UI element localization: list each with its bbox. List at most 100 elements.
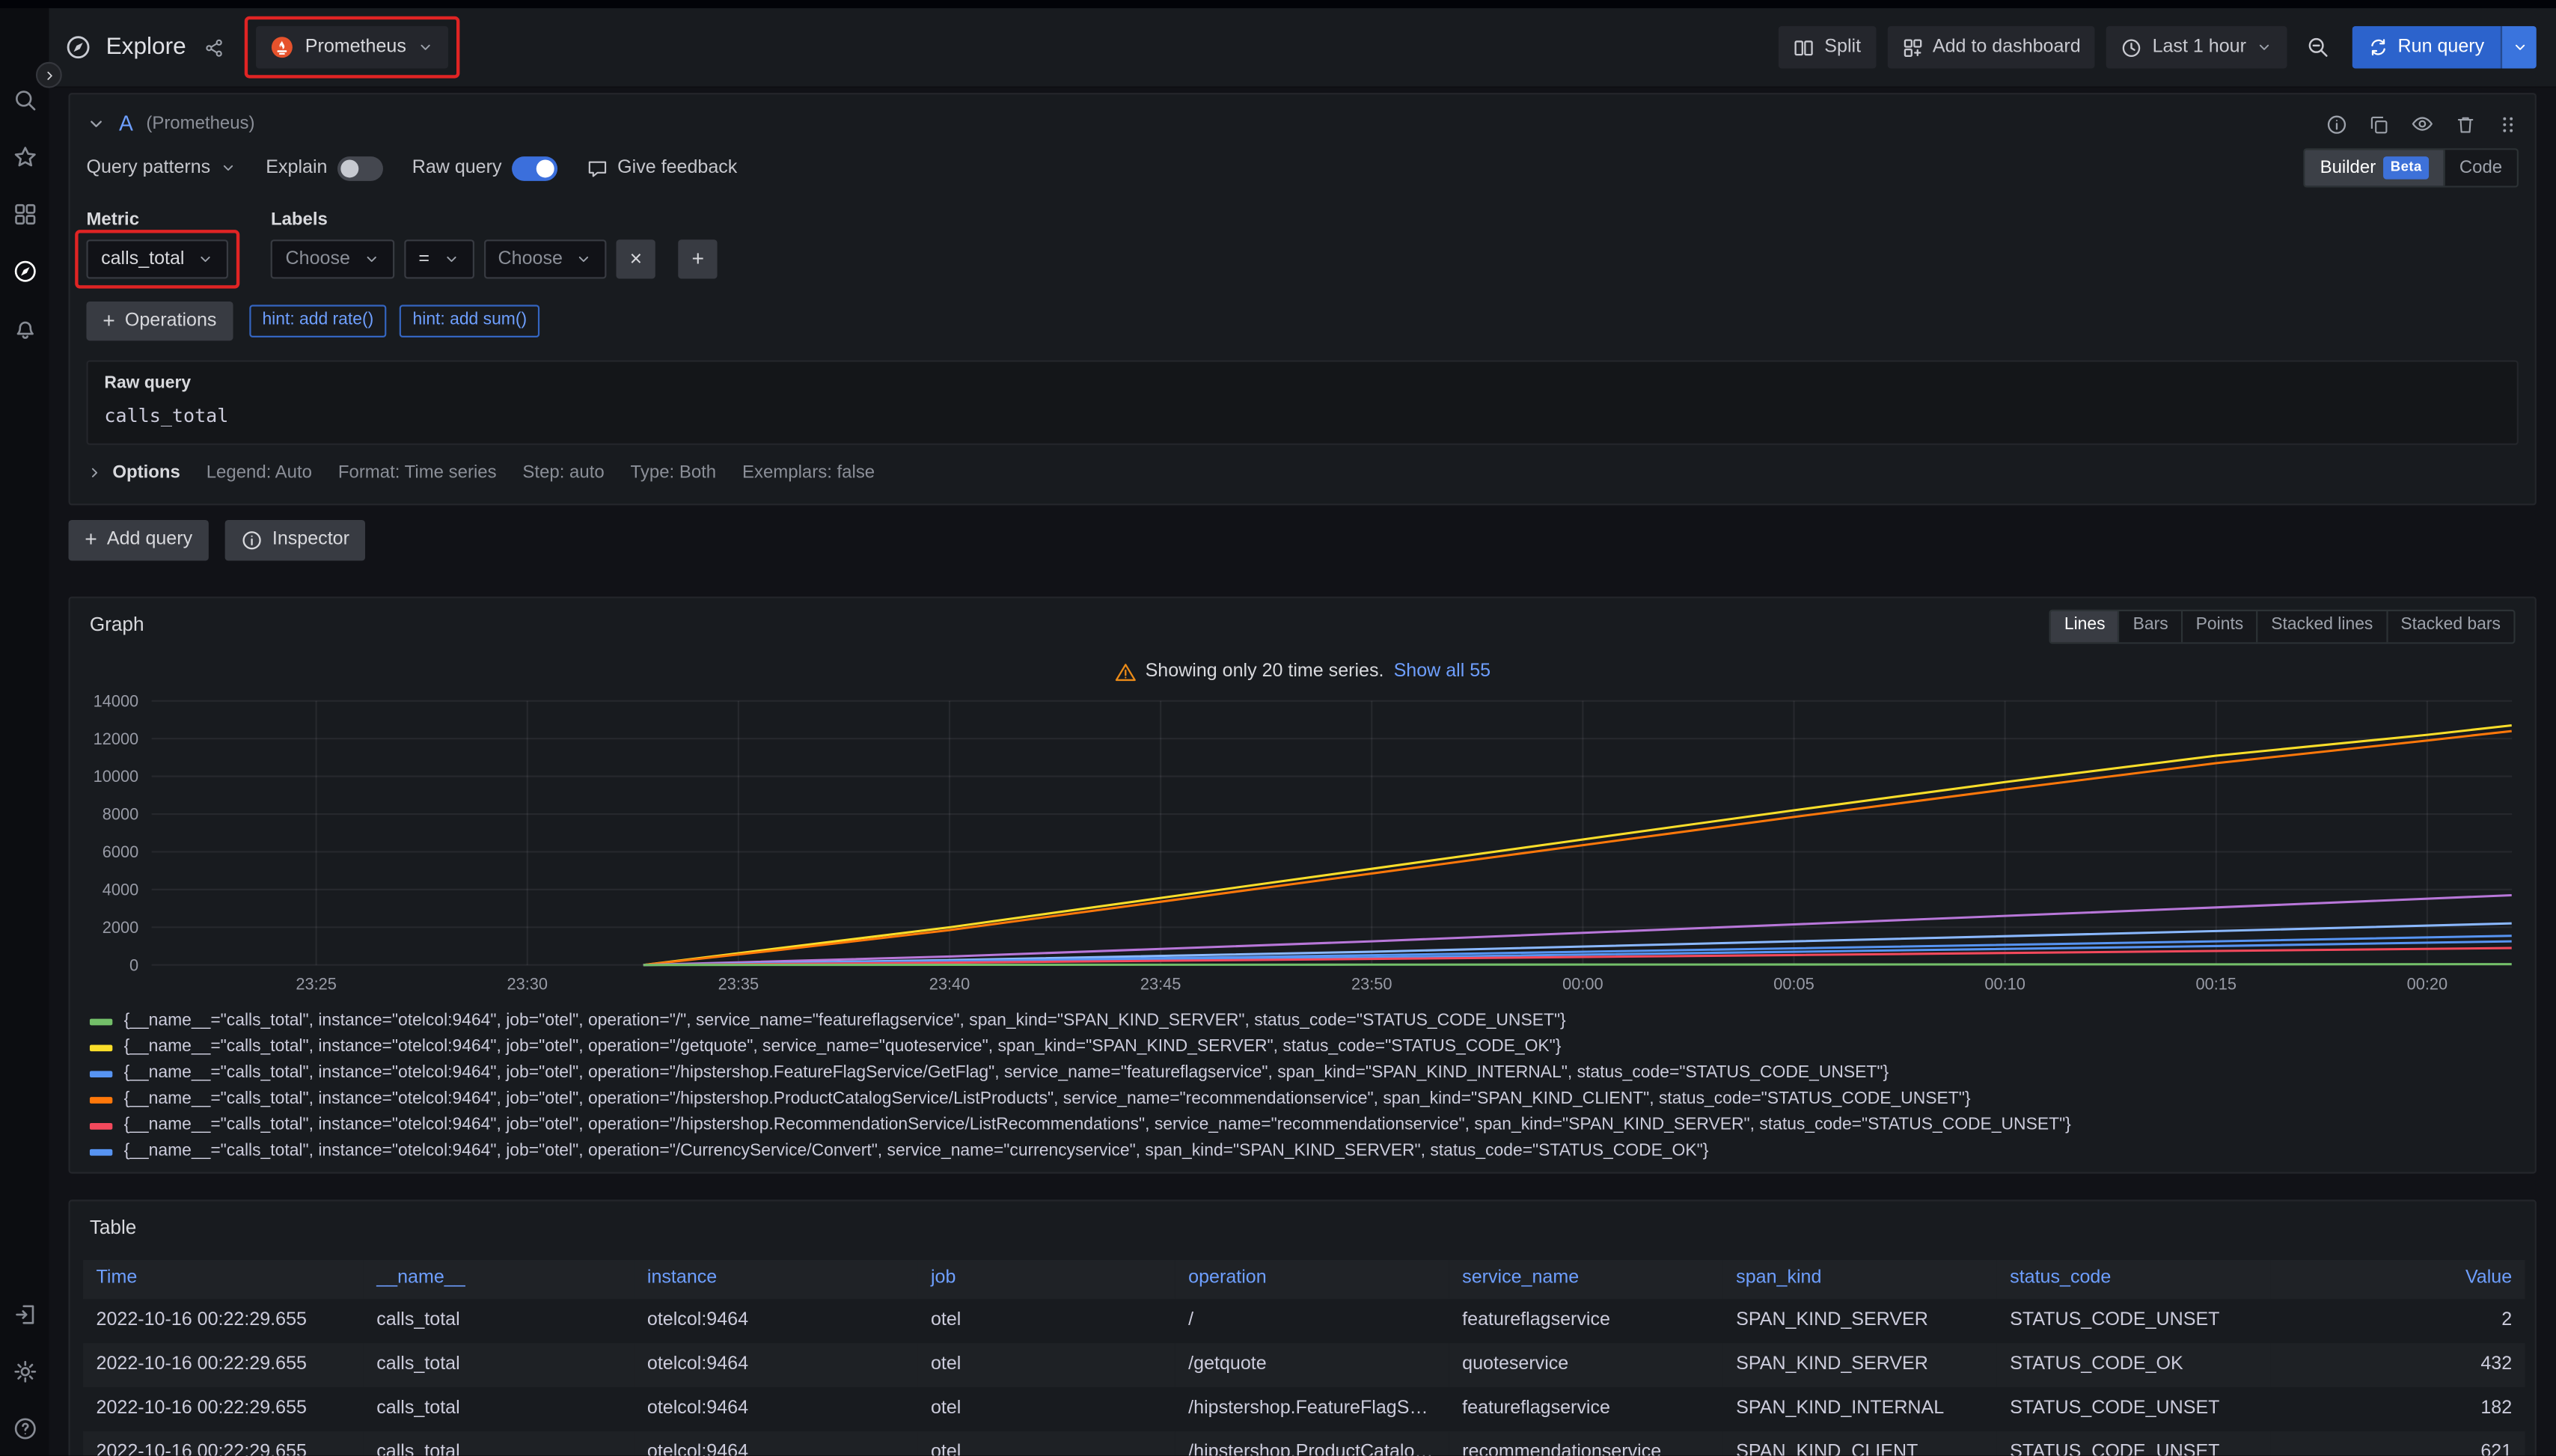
show-all-series-link[interactable]: Show all 55 [1394,661,1491,685]
x-axis-tick-label: 23:25 [296,975,336,994]
collapse-query-row-button[interactable] [86,114,106,133]
legend-label: {__name__="calls_total", instance="otelc… [124,1089,1971,1111]
add-label-filter-button[interactable]: + [679,240,718,279]
grafana-flame-icon [10,26,39,55]
table-cell: calls_total [364,1386,635,1431]
remove-query-button[interactable] [2455,113,2476,134]
table-cell: featureflagservice [1449,1299,1723,1343]
close-icon: × [630,246,643,274]
operations-button[interactable]: + Operations [86,302,233,341]
sidebar-item-help[interactable] [12,1417,37,1442]
query-option-stat: Step: auto [522,461,604,484]
time-range-picker[interactable]: Last 1 hour [2107,26,2287,69]
y-axis-tick-label: 8000 [103,805,138,824]
column-header-value[interactable]: Value [2271,1259,2525,1298]
table-cell: otel [918,1386,1175,1431]
grafana-logo[interactable] [10,26,39,55]
table-cell: SPAN_KIND_CLIENT [1723,1431,1997,1456]
column-header-job[interactable]: job [918,1259,1175,1298]
add-to-dashboard-button[interactable]: Add to dashboard [1887,26,2095,69]
label-value-select[interactable]: Choose [483,240,607,279]
column-header-operation[interactable]: operation [1175,1259,1449,1298]
remove-label-filter-button[interactable]: × [617,240,655,279]
editor-mode-code[interactable]: Code [2443,150,2517,186]
labels-label: Labels [271,209,718,232]
sidebar-item-alerting[interactable] [12,316,37,341]
column-header-spankind[interactable]: span_kind [1723,1259,1997,1298]
query-patterns-dropdown[interactable]: Query patterns [86,156,236,180]
graph-mode-points[interactable]: Points [2181,611,2257,641]
metric-select[interactable]: calls_total [86,240,228,279]
duplicate-query-button[interactable] [2368,113,2389,134]
table-cell: 2022-10-16 00:22:29.655 [83,1386,364,1431]
give-feedback-button[interactable]: Give feedback [587,156,738,180]
query-hint-button[interactable]: hint: add sum() [400,305,539,338]
expand-sidebar-button[interactable] [36,62,62,88]
label-operator-select[interactable]: = [404,240,474,279]
legend-item[interactable]: {__name__="calls_total", instance="otelc… [90,1061,2516,1087]
hide-response-button[interactable] [2411,112,2434,135]
time-series-chart[interactable]: 0200040006000800010000120001400023:2523:… [83,688,2522,1006]
x-axis-tick-label: 23:30 [507,975,548,994]
sidebar-item-starred[interactable] [12,145,37,170]
y-axis-tick-label: 6000 [103,842,138,861]
series-line[interactable] [643,964,2512,965]
column-header-servicename[interactable]: service_name [1449,1259,1723,1298]
legend-item[interactable]: {__name__="calls_total", instance="otelc… [90,1009,2516,1035]
chart-canvas[interactable]: 0200040006000800010000120001400023:2523:… [83,688,2522,998]
drag-query-handle[interactable] [2498,113,2519,134]
explore-content: A (Prometheus) Query patterns Explain [49,86,2556,1456]
inspector-button[interactable]: Inspector [225,520,366,560]
y-axis-tick-label: 0 [129,956,138,975]
run-query-dropdown-button[interactable] [2501,26,2537,69]
graph-mode-stacked-lines[interactable]: Stacked lines [2257,611,2386,641]
table-cell: recommendationservice [1449,1431,1723,1456]
graph-mode-lines[interactable]: Lines [2051,611,2118,641]
table-cell: 2022-10-16 00:22:29.655 [83,1299,364,1343]
column-header-statuscode[interactable]: status_code [1997,1259,2271,1298]
sidebar-item-explore[interactable] [12,259,37,284]
editor-mode-builder[interactable]: Builder Beta [2305,150,2443,186]
legend-item[interactable]: {__name__="calls_total", instance="otelc… [90,1139,2516,1165]
raw-query-toggle[interactable] [512,156,557,180]
grip-dots-icon [2498,113,2519,134]
query-option-stat: Legend: Auto [207,461,312,484]
sidebar-item-dashboards[interactable] [12,202,37,227]
sidebar-item-search[interactable] [12,88,37,113]
explain-toggle[interactable] [337,156,383,180]
series-line[interactable] [643,941,2512,965]
graph-mode-stacked-bars[interactable]: Stacked bars [2386,611,2514,641]
zoom-out-time-range-button[interactable] [2299,26,2338,69]
add-query-button[interactable]: + Add query [68,520,208,560]
datasource-picker[interactable]: Prometheus [256,26,448,69]
column-header-instance[interactable]: instance [634,1259,917,1298]
query-option-stat: Type: Both [631,461,717,484]
legend-item[interactable]: {__name__="calls_total", instance="otelc… [90,1086,2516,1113]
run-query-button[interactable]: Run query [2352,26,2501,69]
sidebar-item-sign-in[interactable] [12,1303,37,1327]
share-shortened-link-button[interactable] [204,37,225,58]
graph-mode-bars[interactable]: Bars [2118,611,2181,641]
table-cell: STATUS_CODE_UNSET [1997,1299,2271,1343]
query-help-button[interactable] [2326,113,2347,134]
legend-item[interactable]: {__name__="calls_total", instance="otelc… [90,1035,2516,1061]
query-actions: + Add query Inspector [68,520,2536,560]
column-header-name[interactable]: __name__ [364,1259,635,1298]
sidebar-item-configuration[interactable] [12,1360,37,1385]
table-panel: Table Time__name__instancejoboperationse… [68,1199,2536,1456]
split-button[interactable]: Split [1779,26,1875,69]
legend-label: {__name__="calls_total", instance="otelc… [124,1010,1566,1033]
legend-item[interactable]: {__name__="calls_total", instance="otelc… [90,1113,2516,1139]
query-hint-button[interactable]: hint: add rate() [249,305,387,338]
table-cell: otelcol:9464 [634,1431,917,1456]
label-key-select[interactable]: Choose [271,240,394,279]
chevron-down-icon [2256,39,2272,55]
legend-label: {__name__="calls_total", instance="otelc… [124,1115,2071,1137]
table-cell: STATUS_CODE_UNSET [1997,1431,2271,1456]
options-toggle[interactable]: Options [86,461,180,484]
table-cell: calls_total [364,1431,635,1456]
explore-toolbar: Explore Prometheus Split Add to dashboar… [49,8,2556,88]
series-limit-warning: Showing only 20 time series. Show all 55 [83,661,2522,685]
column-header-time[interactable]: Time [83,1259,364,1298]
graph-display-modes: LinesBarsPointsStacked linesStacked bars [2049,609,2515,643]
